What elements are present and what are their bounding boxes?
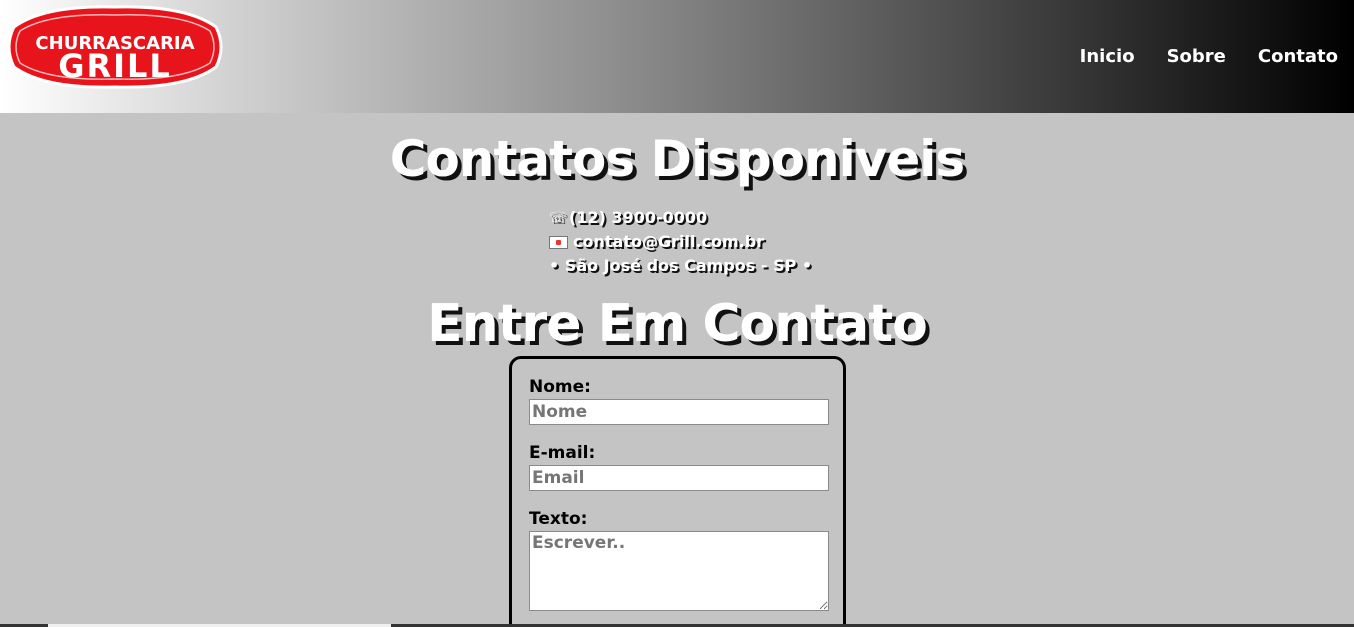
phone-line: ☏ (12) 3900-0000 <box>549 206 812 230</box>
email-address: contato@Grill.com.br <box>573 232 765 251</box>
telephone-icon: ☏ <box>549 209 567 226</box>
churrascaria-grill-logo[interactable]: CHURRASCARIA GRILL <box>4 5 226 90</box>
location-line: • São José dos Campos - SP • <box>549 256 813 275</box>
logo-line2: GRILL <box>58 47 172 85</box>
phone-number: (12) 3900-0000 <box>569 208 708 227</box>
email-line: contato@Grill.com.br <box>549 230 812 254</box>
message-textarea[interactable] <box>529 531 829 611</box>
nav-link-inicio[interactable]: Inicio <box>1080 46 1135 67</box>
site-header: CHURRASCARIA GRILL Inicio Sobre Contato <box>0 0 1354 113</box>
contacts-heading: Contatos Disponiveis <box>389 130 965 188</box>
contact-info: ☏ (12) 3900-0000 contato@Grill.com.br • … <box>549 206 812 278</box>
name-input[interactable] <box>529 399 829 425</box>
text-label: Texto: <box>529 509 588 529</box>
name-label: Nome: <box>529 377 591 397</box>
main-nav: Inicio Sobre Contato <box>1080 46 1338 67</box>
contact-form: Nome: E-mail: Texto: <box>509 356 846 627</box>
envelope-icon <box>549 235 568 249</box>
email-input[interactable] <box>529 465 829 491</box>
nav-link-contato[interactable]: Contato <box>1258 46 1338 67</box>
nav-link-sobre[interactable]: Sobre <box>1167 46 1226 67</box>
email-label: E-mail: <box>529 443 596 463</box>
form-heading: Entre Em Contato <box>427 294 928 354</box>
